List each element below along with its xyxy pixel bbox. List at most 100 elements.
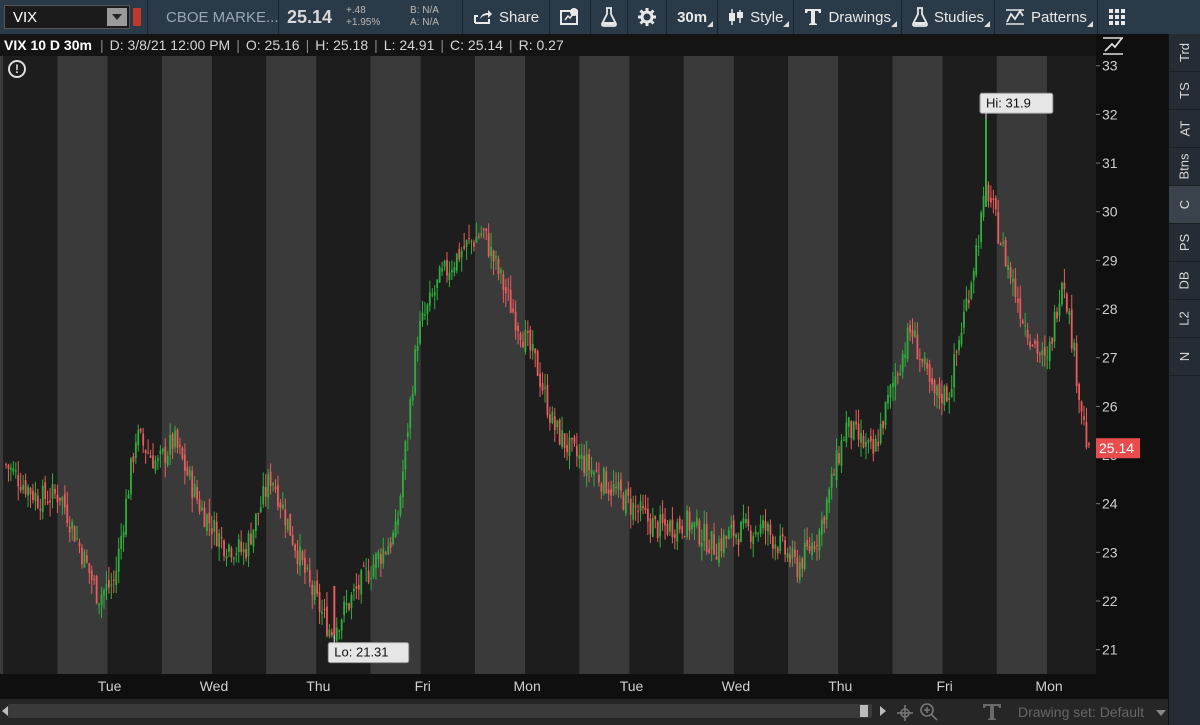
candle-body	[546, 384, 549, 416]
candle-body	[73, 526, 76, 542]
studies-menu[interactable]: Studies	[902, 0, 994, 34]
candle-body	[703, 523, 706, 541]
pan-icon[interactable]	[896, 704, 914, 722]
price-change: +.48 +1.95%	[340, 5, 404, 29]
side-tab-ts[interactable]: TS	[1169, 72, 1200, 110]
candle-body	[14, 470, 17, 472]
header-divider: |	[99, 37, 104, 53]
candle-body	[306, 567, 309, 569]
header-divider: |	[374, 37, 378, 53]
candle-body	[120, 536, 123, 550]
candle-body	[823, 517, 826, 524]
candle-body	[269, 471, 272, 487]
share-button[interactable]: Share	[463, 0, 549, 34]
candle-body	[923, 357, 926, 365]
drawing-set-icon[interactable]	[982, 703, 1002, 721]
candle-body	[818, 530, 821, 551]
candle-body	[549, 414, 551, 423]
side-tab-at[interactable]: AT	[1169, 110, 1200, 148]
candle-body	[906, 327, 909, 359]
candle-body	[847, 417, 850, 427]
candle-body	[972, 270, 975, 281]
x-day-label: Fri	[936, 678, 952, 694]
drawing-set-label[interactable]: Drawing set: Default	[1018, 704, 1144, 720]
candle-body	[830, 473, 833, 488]
candle-body	[1016, 298, 1019, 303]
zoom-icon[interactable]	[918, 702, 940, 722]
alert-info-icon[interactable]: !	[8, 60, 26, 78]
candle-body	[56, 494, 59, 503]
candle-body	[54, 488, 56, 494]
candle-body	[850, 421, 853, 438]
candle-body	[495, 256, 497, 259]
candle-body	[781, 534, 784, 537]
candle-body	[514, 311, 517, 331]
scroll-right-arrow[interactable]	[880, 706, 886, 716]
scrollbar-thumb[interactable]	[860, 705, 868, 717]
side-tab-l2[interactable]: L2	[1169, 300, 1200, 338]
candle-body	[169, 434, 172, 455]
price-chart[interactable]: Hi: 31.9 Lo: 21.31 !	[0, 56, 1152, 674]
candle-body	[718, 542, 720, 564]
candle-body	[144, 450, 147, 453]
candle-body	[732, 520, 735, 537]
time-axis[interactable]: Tue Wed Thu Fri Mon Tue Wed Thu Fri Mon	[0, 674, 1096, 698]
side-tab-trd[interactable]: Trd	[1169, 34, 1200, 72]
symbol-selector[interactable]: VIX	[4, 5, 130, 29]
header-divider: |	[440, 37, 445, 53]
candle-body	[304, 557, 306, 573]
candle-body	[125, 498, 127, 535]
candle-body	[166, 455, 169, 465]
symbol-input[interactable]: VIX	[5, 9, 107, 26]
candle-body	[85, 555, 88, 563]
candle-body	[1031, 344, 1034, 346]
side-gadget-bar: Trd TS AT Btns C PS DB L2 N	[1168, 34, 1200, 725]
last-price: 25.14	[287, 6, 333, 27]
y-tick-label: 28	[1102, 301, 1118, 317]
flask-button[interactable]	[591, 0, 627, 34]
patterns-menu[interactable]: Patterns	[995, 0, 1097, 34]
candle-body	[196, 487, 198, 500]
candle-body	[686, 510, 688, 537]
candle-body	[990, 197, 992, 203]
candle-body	[1088, 443, 1090, 446]
side-tab-db[interactable]: DB	[1169, 262, 1200, 300]
candle-body	[10, 467, 12, 470]
candle-body	[174, 430, 176, 448]
symbol-dropdown-button[interactable]	[107, 8, 127, 26]
grid-layout-button[interactable]	[1098, 0, 1136, 34]
drawings-menu[interactable]: Drawings	[794, 0, 901, 34]
candle-body	[967, 300, 970, 304]
side-tab-n[interactable]: N	[1169, 338, 1200, 376]
candle-body	[666, 523, 669, 535]
candle-body	[602, 468, 605, 494]
candle-body	[294, 544, 296, 551]
timeframe-selector[interactable]: 30m	[667, 0, 717, 34]
side-tab-btns[interactable]: Btns	[1169, 148, 1200, 186]
horizontal-scrollbar[interactable]	[8, 704, 872, 718]
settings-button[interactable]	[628, 0, 666, 34]
candle-body	[759, 524, 762, 534]
alert-button[interactable]	[550, 0, 590, 34]
candle-body	[235, 553, 238, 555]
draw-tool-icon[interactable]	[1102, 36, 1124, 56]
candle-body	[1002, 241, 1005, 244]
drawing-set-dropdown-icon[interactable]	[1156, 710, 1166, 716]
share-label: Share	[499, 8, 540, 26]
candle-body	[909, 325, 911, 333]
candle-body	[507, 289, 510, 291]
style-menu[interactable]: Style	[718, 0, 793, 34]
candle-body	[941, 393, 943, 403]
chart-title[interactable]: VIX 10 D 30m	[4, 37, 92, 53]
candle-body	[242, 548, 245, 553]
candle-body	[642, 505, 644, 509]
side-tab-ps[interactable]: PS	[1169, 224, 1200, 262]
candle-body	[328, 629, 331, 637]
candle-body	[240, 541, 243, 552]
candle-body	[808, 545, 811, 551]
candle-body	[796, 557, 799, 578]
candle-body	[1061, 282, 1063, 305]
price-axis[interactable]: 2122232425262728293031323325.14	[1096, 34, 1168, 698]
candle-body	[1073, 342, 1076, 351]
side-tab-c[interactable]: C	[1169, 186, 1200, 224]
